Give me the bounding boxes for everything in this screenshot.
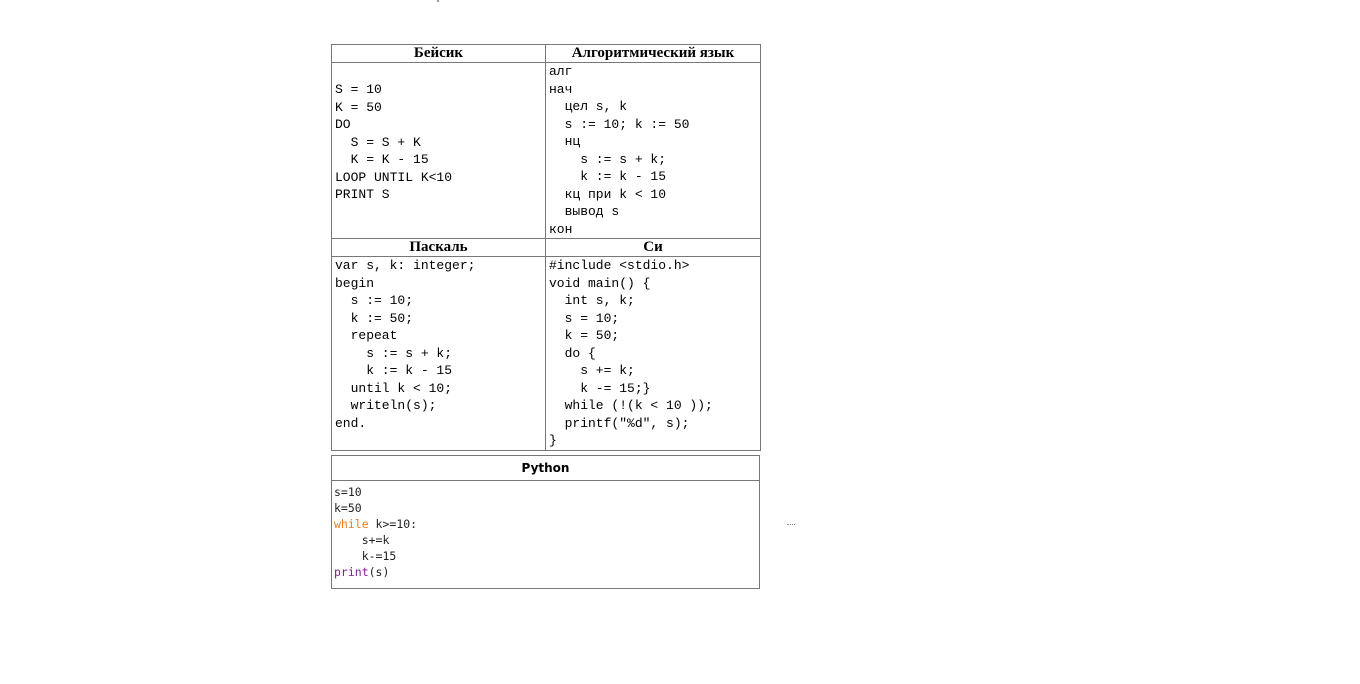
header-python: Python — [332, 456, 759, 481]
scan-artifact — [787, 524, 795, 526]
cell-basic: S = 10 K = 50 DO S = S + K K = K - 15 LO… — [331, 62, 546, 239]
code-row: var s, k: integer; begin s := 10; k := 5… — [331, 256, 761, 451]
python-line: k=50 — [334, 501, 362, 515]
python-keyword-while: while — [334, 517, 369, 531]
python-line: s=10 — [334, 485, 362, 499]
code-python: s=10 k=50 while k>=10: s+=k k-=15 print(… — [332, 481, 759, 580]
python-code-box: Python s=10 k=50 while k>=10: s+=k k-=15… — [331, 455, 760, 589]
code-algorithmic-language: алг нач цел s, k s := 10; k := 50 нц s :… — [549, 64, 690, 237]
header-basic: Бейсик — [331, 44, 546, 63]
code-comparison-table: Бейсик Алгоритмический язык S = 10 K = 5… — [331, 44, 761, 451]
scan-artifact — [437, 0, 439, 2]
header-row: Паскаль Си — [331, 238, 761, 257]
header-row: Бейсик Алгоритмический язык — [331, 44, 761, 63]
header-pascal: Паскаль — [331, 238, 546, 257]
header-c: Си — [545, 238, 761, 257]
code-c: #include <stdio.h> void main() { int s, … — [549, 258, 713, 448]
code-pascal: var s, k: integer; begin s := 10; k := 5… — [335, 258, 476, 431]
code-basic: S = 10 K = 50 DO S = S + K K = K - 15 LO… — [335, 82, 453, 202]
python-line: (s) — [368, 565, 390, 579]
cell-algorithmic-language: алг нач цел s, k s := 10; k := 50 нц s :… — [545, 62, 761, 239]
python-keyword-print: print — [334, 565, 369, 579]
cell-c: #include <stdio.h> void main() { int s, … — [545, 256, 761, 451]
header-algorithmic-language: Алгоритмический язык — [545, 44, 761, 63]
python-line: s+=k — [334, 533, 390, 547]
cell-pascal: var s, k: integer; begin s := 10; k := 5… — [331, 256, 546, 451]
code-row: S = 10 K = 50 DO S = S + K K = K - 15 LO… — [331, 62, 761, 239]
python-line: k-=15 — [334, 549, 397, 563]
python-line: k>=10: — [368, 517, 418, 531]
